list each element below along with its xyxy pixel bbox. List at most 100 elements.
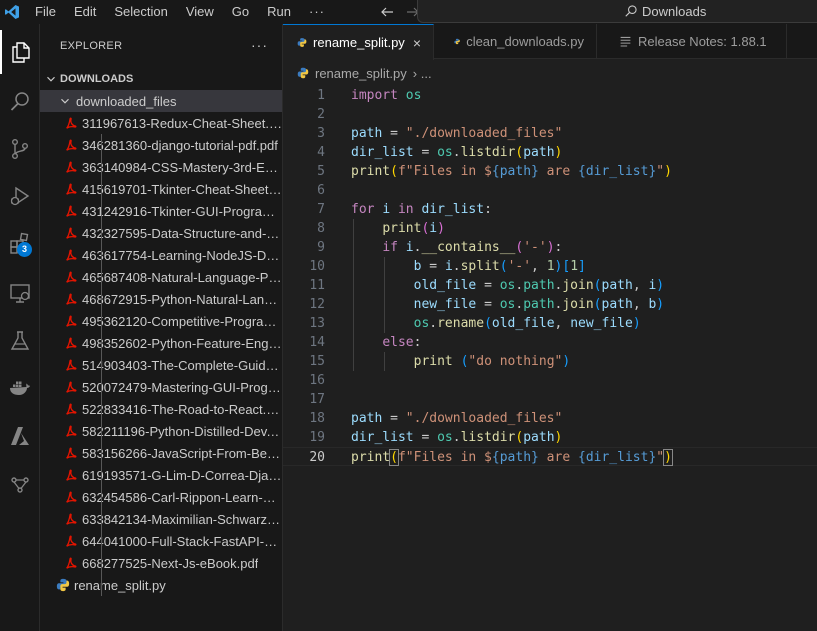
breadcrumb: rename_split.py › ...: [283, 61, 432, 85]
line-number: 18: [309, 411, 325, 426]
tab-label: Release Notes: 1.88.1: [638, 34, 767, 49]
file-row[interactable]: 495362120-Competitive-Programming.pdf: [40, 310, 282, 332]
menu-view[interactable]: View: [177, 0, 223, 24]
remote-explorer-icon[interactable]: [0, 271, 40, 315]
testing-flask-icon[interactable]: [0, 319, 40, 363]
folder-name: downloaded_files: [76, 93, 177, 109]
docker-icon[interactable]: [0, 366, 40, 410]
file-row-rename-split[interactable]: rename_split.py: [40, 574, 282, 596]
pdf-file-icon: [66, 227, 77, 239]
file-row[interactable]: 311967613-Redux-Cheat-Sheet.pdf: [40, 112, 282, 134]
menu-file[interactable]: File: [26, 0, 65, 24]
file-row[interactable]: 514903403-The-Complete-Guide.pdf: [40, 354, 282, 376]
file-name: 465687408-Natural-Language-Processing.pd…: [82, 269, 282, 285]
file-row[interactable]: 431242916-Tkinter-GUI-Programming.pdf: [40, 200, 282, 222]
file-row[interactable]: 522833416-The-Road-to-React.pdf: [40, 398, 282, 420]
code-text: path = "./downloaded_files": [351, 126, 563, 141]
line-number: 9: [317, 240, 325, 255]
line-number: 2: [317, 107, 325, 122]
code-line: 2: [283, 105, 817, 124]
file-row[interactable]: 619193571-G-Lim-D-Correa-Django.pdf: [40, 464, 282, 486]
line-number: 3: [317, 126, 325, 141]
pdf-file-icon: [66, 491, 77, 503]
file-name: 468672915-Python-Natural-Language.pdf: [82, 291, 282, 307]
pdf-file-icon: [66, 425, 77, 437]
code-line: 4 dir_list = os.listdir(path): [283, 143, 817, 162]
code-line: 8 print(i): [283, 219, 817, 238]
git-graph-icon[interactable]: [0, 462, 40, 506]
workspace-section-header[interactable]: DOWNLOADS: [40, 68, 282, 90]
command-center-search[interactable]: Downloads: [417, 0, 817, 23]
menu-selection[interactable]: Selection: [105, 0, 176, 24]
pdf-file-icon: [66, 403, 77, 415]
file-row[interactable]: 644041000-Full-Stack-FastAPI-React.pdf: [40, 530, 282, 552]
pdf-file-icon: [66, 557, 77, 569]
file-row[interactable]: 583156266-JavaScript-From-Beginner.pdf: [40, 442, 282, 464]
file-row[interactable]: 632454586-Carl-Rippon-Learn-React.pdf: [40, 486, 282, 508]
code-text: b = i.split('-', 1)[1]: [413, 259, 586, 274]
source-control-icon[interactable]: [0, 127, 40, 171]
line-number: 10: [309, 259, 325, 274]
file-row[interactable]: 520072479-Mastering-GUI-Programming.pdf: [40, 376, 282, 398]
file-name: 522833416-The-Road-to-React.pdf: [82, 401, 282, 417]
menu-more-button[interactable]: ···: [300, 0, 334, 24]
file-row[interactable]: 346281360-django-tutorial-pdf.pdf: [40, 134, 282, 156]
line-number: 16: [309, 373, 325, 388]
line-number: 15: [309, 354, 325, 369]
file-row[interactable]: 633842134-Maximilian-Schwarzmuller.pdf: [40, 508, 282, 530]
chevron-down-icon: [61, 98, 69, 104]
line-number: 17: [309, 392, 325, 407]
file-row[interactable]: 415619701-Tkinter-Cheat-Sheet.pdf: [40, 178, 282, 200]
code-text: import os: [351, 88, 422, 103]
python-file-icon: [297, 38, 307, 47]
search-icon[interactable]: [0, 79, 40, 123]
code-text: os.rename(old_file, new_file): [413, 316, 641, 331]
file-row[interactable]: 432327595-Data-Structure-and-Algorithms.…: [40, 222, 282, 244]
file-row[interactable]: 498352602-Python-Feature-Engineering.pdf: [40, 332, 282, 354]
code-line: 12 new_file = os.path.join(path, b): [283, 295, 817, 314]
file-name: 619193571-G-Lim-D-Correa-Django.pdf: [82, 467, 282, 483]
menu-run[interactable]: Run: [258, 0, 300, 24]
line-number: 1: [317, 88, 325, 103]
pdf-file-icon: [66, 271, 77, 283]
code-line: 9 if i.__contains__('-'):: [283, 238, 817, 257]
activity-bar: 3: [0, 24, 40, 631]
file-row[interactable]: 582211196-Python-Distilled-Dev.pdf: [40, 420, 282, 442]
azure-icon[interactable]: [0, 414, 40, 458]
menu-go[interactable]: Go: [223, 0, 258, 24]
file-row[interactable]: 463617754-Learning-NodeJS-Development.pd…: [40, 244, 282, 266]
menu-edit[interactable]: Edit: [65, 0, 105, 24]
code-text: else:: [382, 335, 422, 350]
run-debug-icon[interactable]: [0, 174, 40, 218]
line-number: 20: [309, 450, 325, 465]
file-row[interactable]: 465687408-Natural-Language-Processing.pd…: [40, 266, 282, 288]
tab-label: rename_split.py: [313, 35, 405, 50]
folder-row-downloaded-files[interactable]: downloaded_files: [40, 90, 282, 112]
tab-clean-downloads[interactable]: clean_downloads.py: [434, 24, 597, 59]
pdf-file-icon: [66, 381, 77, 393]
sidebar-title: EXPLORER: [60, 40, 123, 52]
breadcrumb-file[interactable]: rename_split.py: [315, 66, 407, 81]
tab-release-notes[interactable]: Release Notes: 1.88.1: [597, 24, 787, 59]
pdf-file-icon: [66, 469, 77, 481]
extensions-icon[interactable]: 3: [0, 222, 40, 266]
file-name: 415619701-Tkinter-Cheat-Sheet.pdf: [82, 181, 282, 197]
tree-indent-guide: [101, 134, 102, 596]
sidebar-more-actions-button[interactable]: ···: [251, 37, 268, 53]
file-row[interactable]: 468672915-Python-Natural-Language.pdf: [40, 288, 282, 310]
pdf-file-icon: [66, 161, 77, 173]
back-arrow-icon[interactable]: [374, 0, 400, 24]
explorer-icon[interactable]: [0, 30, 40, 74]
file-row[interactable]: 668277525-Next-Js-eBook.pdf: [40, 552, 282, 574]
workspace-section-title: DOWNLOADS: [60, 73, 134, 85]
python-file-icon: [454, 38, 460, 45]
file-row[interactable]: 363140984-CSS-Mastery-3rd-Edition.pdf: [40, 156, 282, 178]
code-line: 16: [283, 371, 817, 390]
close-icon[interactable]: ×: [413, 35, 421, 51]
code-line: 13 os.rename(old_file, new_file): [283, 314, 817, 333]
code-editor[interactable]: 1 import os 2 3 path = "./downloaded_files…: [283, 86, 817, 631]
tab-rename-split[interactable]: rename_split.py ×: [283, 24, 434, 60]
line-number: 12: [309, 297, 325, 312]
file-name: 498352602-Python-Feature-Engineering.pdf: [82, 335, 282, 351]
breadcrumb-separator[interactable]: › ...: [413, 66, 432, 81]
